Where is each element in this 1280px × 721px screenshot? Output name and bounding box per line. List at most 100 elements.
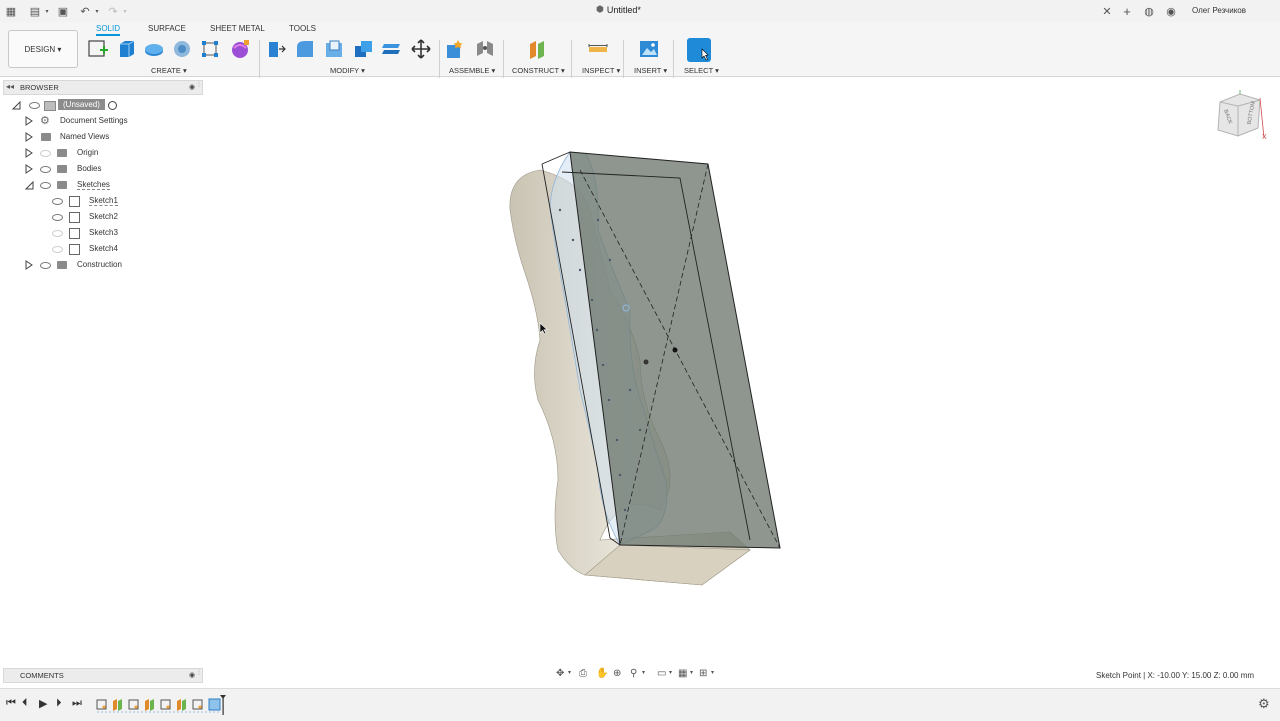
workspace-switcher-button[interactable]: DESIGN ▾ [8, 30, 78, 68]
revolve-icon[interactable] [143, 38, 165, 60]
collapse-triangle-icon[interactable] [25, 181, 34, 190]
timeline-feature-sketch[interactable] [128, 699, 139, 710]
viewports-icon[interactable]: ⊞ [699, 668, 707, 679]
close-tab-icon[interactable]: ✕ [1100, 4, 1114, 18]
inspect-menu[interactable]: INSPECT ▾ [582, 66, 620, 75]
job-status-icon[interactable]: ◍ [1142, 4, 1156, 18]
timeline-play-icon[interactable]: ▶ [39, 697, 47, 710]
collapse-triangle-icon[interactable] [12, 101, 21, 110]
measure-icon[interactable] [587, 38, 609, 60]
sweep-icon[interactable] [171, 38, 193, 60]
timeline-next-icon[interactable]: ⏵ [56, 697, 62, 710]
timeline-end-icon[interactable]: ⏭ [72, 697, 82, 710]
timeline-feature-plane[interactable] [177, 699, 186, 711]
combine-icon[interactable] [352, 38, 374, 60]
browser-panel-header[interactable]: ◂◂ BROWSER ◉ ⁞ [3, 80, 203, 95]
offset-plane-icon[interactable] [526, 38, 548, 60]
insert-menu[interactable]: INSERT ▾ [634, 66, 667, 75]
root-label[interactable]: (Unsaved) [58, 99, 105, 110]
chevron-down-icon[interactable]: ▾ [690, 669, 693, 676]
comments-panel-header[interactable]: COMMENTS ◉ ⁞ [3, 668, 203, 683]
shell-icon[interactable] [323, 38, 345, 60]
timeline-previous-icon[interactable]: ⏴ [22, 697, 28, 710]
3d-viewport-model[interactable] [480, 140, 800, 600]
pan-icon[interactable]: ✋ [596, 668, 608, 679]
expand-triangle-icon[interactable] [25, 260, 33, 270]
zoom-icon[interactable]: ⊕ [613, 668, 621, 679]
create-sketch-icon[interactable] [87, 38, 109, 60]
tab-solid[interactable]: SOLID [96, 24, 121, 36]
timeline-feature-plane[interactable] [145, 699, 154, 711]
chevron-down-icon[interactable]: ▾ [642, 669, 645, 676]
tree-item-bodies[interactable]: Bodies [0, 162, 200, 176]
select-icon[interactable] [687, 38, 711, 62]
visibility-eye-icon[interactable] [40, 182, 51, 189]
active-component-radio-icon[interactable] [108, 101, 117, 110]
tree-item-named-views[interactable]: Named Views [0, 130, 200, 144]
save-icon[interactable]: ▣ [56, 4, 70, 18]
timeline-settings-gear-icon[interactable]: ⚙ [1258, 696, 1270, 712]
expand-triangle-icon[interactable] [25, 116, 33, 126]
extrude-icon[interactable] [115, 38, 137, 60]
user-name[interactable]: Олег Резчиков [1192, 6, 1246, 15]
timeline-feature-sketch[interactable] [192, 699, 203, 710]
visibility-eye-icon[interactable] [40, 262, 51, 269]
fillet-icon[interactable] [294, 38, 316, 60]
tree-item-sketch3[interactable]: Sketch3 [0, 226, 200, 240]
display-settings-icon[interactable]: ▭ [657, 668, 666, 679]
tree-item-sketch1[interactable]: Sketch1 [0, 194, 200, 208]
assemble-menu[interactable]: ASSEMBLE ▾ [449, 66, 495, 75]
press-pull-icon[interactable] [265, 38, 287, 60]
collapse-panel-icon[interactable]: ◂◂ [6, 82, 14, 91]
chevron-down-icon[interactable]: ▾ [40, 4, 54, 18]
move-icon[interactable] [410, 38, 432, 60]
viewcube-shape[interactable] [1212, 88, 1268, 144]
chevron-down-icon[interactable]: ▾ [90, 4, 104, 18]
tab-tools[interactable]: TOOLS [289, 24, 316, 33]
tab-sheet-metal[interactable]: SHEET METAL [210, 24, 265, 33]
insert-image-icon[interactable] [638, 38, 660, 60]
look-at-icon[interactable]: ⎙ [579, 668, 587, 679]
construct-menu[interactable]: CONSTRUCT ▾ [512, 66, 565, 75]
timeline-start-icon[interactable]: ⏮ [6, 697, 16, 710]
viewcube[interactable]: BACK BOTTOM X [1212, 88, 1268, 144]
visibility-eye-off-icon[interactable] [40, 150, 51, 157]
timeline-feature-sketch[interactable] [96, 699, 107, 710]
timeline-feature-loft[interactable] [208, 698, 221, 711]
panel-grip-icon[interactable]: ⁞ [198, 670, 200, 677]
offset-face-icon[interactable] [381, 38, 403, 60]
help-icon[interactable]: ◉ [1164, 4, 1178, 18]
visibility-eye-icon[interactable] [52, 198, 63, 205]
select-menu[interactable]: SELECT ▾ [684, 66, 719, 75]
expand-triangle-icon[interactable] [25, 164, 33, 174]
add-comment-icon[interactable]: ◉ [189, 671, 195, 679]
zoom-window-icon[interactable]: ⚲ [630, 668, 637, 679]
expand-triangle-icon[interactable] [25, 148, 33, 158]
tree-item-document-settings[interactable]: ⚙ Document Settings [0, 114, 200, 128]
visibility-eye-off-icon[interactable] [52, 246, 63, 253]
modify-menu[interactable]: MODIFY ▾ [330, 66, 365, 75]
pattern-icon[interactable] [199, 38, 221, 60]
pin-icon[interactable]: ◉ [189, 83, 195, 91]
create-menu[interactable]: CREATE ▾ [151, 66, 187, 75]
chevron-down-icon[interactable]: ▾ [669, 669, 672, 676]
grid-settings-icon[interactable]: ▦ [678, 668, 687, 679]
tree-item-sketch2[interactable]: Sketch2 [0, 210, 200, 224]
visibility-eye-icon[interactable] [40, 166, 51, 173]
new-tab-icon[interactable]: + [1120, 4, 1134, 19]
timeline-features[interactable] [95, 695, 229, 715]
timeline-feature-sketch[interactable] [160, 699, 171, 710]
tree-item-construction[interactable]: Construction [0, 258, 200, 272]
joint-icon[interactable] [474, 38, 496, 60]
timeline-feature-plane[interactable] [113, 699, 122, 711]
panel-grip-icon[interactable]: ⁞ [198, 82, 200, 89]
visibility-eye-off-icon[interactable] [52, 230, 63, 237]
tab-surface[interactable]: SURFACE [148, 24, 186, 33]
sketch-center-point[interactable] [672, 347, 678, 353]
chevron-down-icon[interactable]: ▾ [711, 669, 714, 676]
tree-item-sketches[interactable]: Sketches [0, 178, 200, 192]
visibility-eye-icon[interactable] [52, 214, 63, 221]
tree-root-row[interactable]: (Unsaved) [0, 98, 200, 112]
app-grid-icon[interactable]: ▦ [4, 4, 18, 18]
tree-item-origin[interactable]: Origin [0, 146, 200, 160]
